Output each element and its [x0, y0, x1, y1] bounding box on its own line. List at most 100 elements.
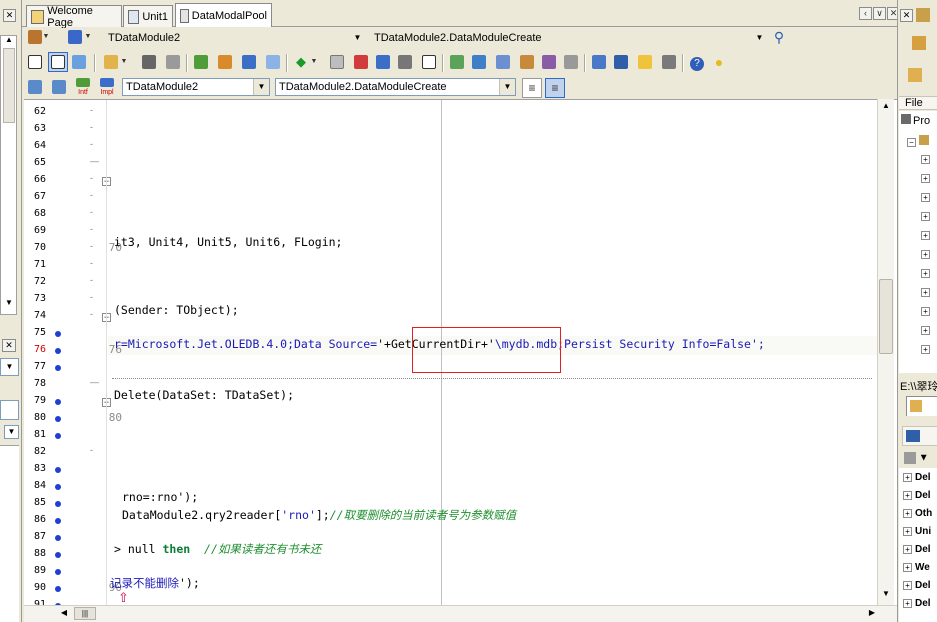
file-column-header[interactable]: File	[899, 96, 937, 110]
notes-icon[interactable]	[636, 53, 654, 71]
toggle-form-icon[interactable]	[26, 53, 44, 71]
tree-expander[interactable]: +	[921, 153, 933, 165]
database-icon[interactable]	[470, 53, 488, 71]
line-number[interactable]: 88	[24, 548, 46, 559]
scroll-down-icon[interactable]: ▼	[880, 589, 892, 601]
breakpoint-dot[interactable]	[55, 416, 61, 422]
open-project-icon[interactable]	[102, 53, 120, 71]
remove-file-icon[interactable]	[216, 53, 234, 71]
tree-expander[interactable]: +	[921, 248, 933, 260]
palette-category[interactable]: + Del	[903, 472, 931, 483]
chevron-down-icon[interactable]: ▼	[752, 30, 767, 46]
scroll-right-icon[interactable]: ▶	[866, 608, 878, 620]
breakpoint-dot[interactable]	[55, 569, 61, 575]
palette-category[interactable]: + Oth	[903, 508, 932, 519]
connection-icon[interactable]	[562, 53, 580, 71]
module-selector[interactable]: TDataModule2 ▼	[104, 29, 366, 47]
chevron-down-icon[interactable]: ▼	[120, 53, 128, 71]
line-number[interactable]: 79	[24, 395, 46, 406]
palette-list[interactable]: + Del + Del + Oth + Uni + Del + We + Del + Del	[899, 468, 937, 622]
editor-gutter[interactable]: 62 - 63 - 64 - 65 — 66 - 67 - 68 - 69 - 70 - 71 - 72 - 73 - 74 - 7…	[24, 100, 122, 608]
palette-filter-icon[interactable]: ▼	[904, 452, 929, 464]
line-number[interactable]: 66	[24, 174, 46, 185]
trace-icon[interactable]	[396, 53, 414, 71]
vertical-scroll-thumb[interactable]	[879, 279, 893, 354]
code-line-85[interactable]: rno=:rno');	[122, 490, 198, 504]
breakpoint-dot[interactable]	[55, 518, 61, 524]
palette-category[interactable]: + Del	[903, 580, 931, 591]
left-scroll-up-icon[interactable]: ▲	[3, 35, 15, 45]
code-line-74[interactable]: (Sender: TObject);	[114, 303, 239, 317]
chevron-down-icon[interactable]: ▼	[253, 79, 269, 95]
search-icon[interactable]: ⚲	[770, 28, 788, 46]
palette-category[interactable]: + Del	[903, 490, 931, 501]
tab-welcome-page[interactable]: Welcome Page	[26, 5, 122, 29]
tree-expander[interactable]: +	[921, 267, 933, 279]
tab-structure[interactable]	[906, 396, 937, 416]
run-icon[interactable]: ◆	[292, 53, 310, 71]
tree-expander[interactable]: +	[921, 343, 933, 355]
project-options-icon[interactable]	[240, 53, 258, 71]
line-number[interactable]: 65	[24, 157, 46, 168]
palette-category[interactable]: + We	[903, 562, 930, 573]
line-number[interactable]: 90	[24, 582, 46, 593]
line-number[interactable]: 78	[24, 378, 46, 389]
left-dropdown[interactable]: ▼	[0, 358, 19, 376]
new-form-icon[interactable]	[70, 53, 88, 71]
chevron-down-icon[interactable]: ▼	[42, 28, 50, 46]
tree-expander[interactable]: +	[921, 305, 933, 317]
layout-icon[interactable]	[66, 28, 84, 46]
breakpoint-dot[interactable]	[55, 586, 61, 592]
tree-expander[interactable]: +	[921, 191, 933, 203]
line-number[interactable]: 83	[24, 463, 46, 474]
line-number[interactable]: 86	[24, 514, 46, 525]
line-number[interactable]: 84	[24, 480, 46, 491]
code-line-86[interactable]: DataModule2.qry2reader['rno'];//取要删除的当前读…	[122, 507, 516, 523]
vertical-scrollbar[interactable]: ▲ ▼	[877, 99, 894, 608]
breakpoint-dot[interactable]	[55, 399, 61, 405]
line-number[interactable]: 71	[24, 259, 46, 270]
tab-list-icon[interactable]: ‹	[859, 7, 872, 20]
line-number[interactable]: 89	[24, 565, 46, 576]
implementation-icon[interactable]: Impl	[98, 77, 116, 96]
tree-expander[interactable]: +	[921, 229, 933, 241]
breakpoint-dot[interactable]	[55, 501, 61, 507]
code-line-88[interactable]: > null then //如果读者还有书未还	[114, 541, 321, 557]
horizontal-scroll-thumb[interactable]: |||	[74, 607, 96, 620]
project-tree[interactable]: Pro − + + + + + + + + + + +	[899, 111, 937, 373]
breakpoint-dot[interactable]	[55, 348, 61, 354]
sync-icon[interactable]	[908, 68, 922, 82]
tree-expander[interactable]: +	[921, 172, 933, 184]
code-editor[interactable]: 62 - 63 - 64 - 65 — 66 - 67 - 68 - 69 - 70 - 71 - 72 - 73 - 74 - 7…	[24, 99, 897, 608]
align-center-icon[interactable]: ≡	[545, 78, 565, 98]
line-number[interactable]: 63	[24, 123, 46, 134]
method-selector-2[interactable]: TDataModule2.DataModuleCreate ▼	[275, 78, 516, 96]
add-file-icon[interactable]	[192, 53, 210, 71]
tab-datamodalpool[interactable]: DataModalPool	[175, 3, 272, 27]
method-selector[interactable]: TDataModule2.DataModuleCreate ▼	[370, 29, 768, 47]
tool-palette-header[interactable]	[902, 426, 937, 446]
close-panel-icon-right[interactable]: ✕	[900, 9, 913, 22]
breakpoint-dot[interactable]	[55, 552, 61, 558]
breakpoint-dot[interactable]	[55, 365, 61, 371]
breakpoint-dot[interactable]	[55, 484, 61, 490]
palette-category[interactable]: + Uni	[903, 526, 931, 537]
code-line-79[interactable]: Delete(DataSet: TDataSet);	[114, 388, 294, 402]
chevron-down-icon[interactable]: ▼	[84, 28, 92, 46]
line-number[interactable]: 67	[24, 191, 46, 202]
line-number[interactable]: 80	[24, 412, 46, 423]
line-number[interactable]: 74	[24, 310, 46, 321]
line-number[interactable]: 85	[24, 497, 46, 508]
translation-icon[interactable]	[590, 53, 608, 71]
print-icon[interactable]	[164, 53, 182, 71]
left-scroll-down-icon[interactable]: ▼	[3, 298, 15, 308]
line-number[interactable]: 68	[24, 208, 46, 219]
save-icon[interactable]	[140, 53, 158, 71]
resource-icon[interactable]	[612, 53, 630, 71]
chevron-down-icon[interactable]: ▼	[499, 79, 515, 95]
line-number[interactable]: 87	[24, 531, 46, 542]
scroll-up-icon[interactable]: ▲	[880, 101, 892, 113]
line-number[interactable]: 75	[24, 327, 46, 338]
view-unit-icon[interactable]	[48, 52, 68, 72]
line-number[interactable]: 82	[24, 446, 46, 457]
